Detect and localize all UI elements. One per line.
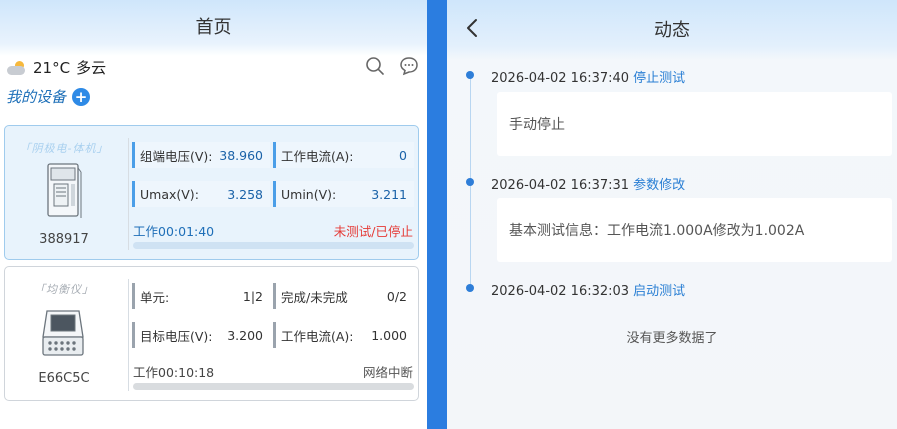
device-card[interactable]: 「阴极电-体机」 388917 组端电压(V): 38.960 工作电流(A): 0… <box>4 125 419 260</box>
metric-cell: 工作电流(A): 1.000 <box>273 322 414 348</box>
metric-cell: 目标电压(V): 3.200 <box>132 322 270 348</box>
metric-cell: 完成/未完成 0/2 <box>273 283 414 309</box>
partly-cloudy-icon <box>7 60 27 75</box>
event-detail: 基本测试信息：工作电流1.000A修改为1.002A <box>509 223 805 239</box>
weather-widget: 21°C 多云 <box>7 57 106 78</box>
metric-cell: Umin(V): 3.211 <box>273 181 414 207</box>
page-title: 动态 <box>654 20 690 41</box>
device-summary: 「阴极电-体机」 388917 <box>5 126 123 259</box>
work-time: 工作00:10:18 <box>133 365 215 380</box>
my-devices-label: 我的设备 <box>6 88 67 106</box>
status-badge: 网络中断 <box>362 365 413 380</box>
event-datetime: 2026-04-02 16:32:03 <box>491 284 630 299</box>
timeline-dot <box>466 178 474 186</box>
event-datetime: 2026-04-02 16:37:40 <box>491 71 630 86</box>
event-action: 参数修改 <box>633 178 686 193</box>
weather-temp: 21°C <box>33 58 71 77</box>
work-time: 工作00:01:40 <box>133 224 215 239</box>
page-title: 首页 <box>195 17 232 38</box>
my-devices-header: 我的设备 + <box>6 86 91 107</box>
device-type-tag: 「阴极电-体机」 <box>19 142 109 155</box>
plus-circle-icon[interactable]: + <box>72 87 91 106</box>
event-detail-card: 手动停止 <box>497 92 892 156</box>
metric-cell: Umax(V): 3.258 <box>132 181 270 207</box>
event-action: 启动测试 <box>633 284 686 299</box>
event-action: 停止测试 <box>633 71 686 86</box>
device-status-row: 工作00:01:40 未测试/已停止 <box>133 221 413 240</box>
device-card[interactable]: 「均衡仪」 E66C5C 单元: 1|2 完成/未完成 0/2 目标电压(V): 3.… <box>4 266 419 401</box>
timeline-dot <box>466 71 474 79</box>
event-detail-card: 基本测试信息：工作电流1.000A修改为1.002A <box>497 198 892 262</box>
balancer-device-icon <box>42 310 84 356</box>
event-datetime: 2026-04-02 16:37:31 <box>491 178 630 193</box>
search-icon[interactable] <box>365 56 385 76</box>
divider <box>128 279 129 391</box>
metric-cell: 单元: 1|2 <box>132 283 270 309</box>
home-panel: 首页 21°C 多云 我的设备 + 「阴极电-体机」 388917 组端电压(V… <box>0 0 427 429</box>
metric-cell: 工作电流(A): 0 <box>273 142 414 168</box>
metric-cell: 组端电压(V): 38.960 <box>132 142 270 168</box>
no-more-data-text: 没有更多数据了 <box>626 331 718 346</box>
timeline-entry-header: 2026-04-02 16:32:03 启动测试 <box>491 280 685 299</box>
device-type-tag: 「均衡仪」 <box>34 283 94 296</box>
timeline-entry-header: 2026-04-02 16:37:40 停止测试 <box>491 67 685 86</box>
status-badge: 未测试/已停止 <box>333 224 413 239</box>
panel-divider <box>427 0 447 429</box>
event-detail: 手动停止 <box>509 117 565 133</box>
chevron-left-icon[interactable] <box>465 17 479 39</box>
cabinet-device-icon <box>47 163 82 218</box>
progress-bar <box>133 242 414 249</box>
timeline-dot <box>466 284 474 292</box>
divider <box>128 138 129 250</box>
device-id: E66C5C <box>38 371 90 386</box>
device-summary: 「均衡仪」 E66C5C <box>5 267 123 400</box>
progress-bar <box>133 383 414 390</box>
weather-condition: 多云 <box>76 59 107 77</box>
timeline-entry-header: 2026-04-02 16:37:31 参数修改 <box>491 174 685 193</box>
activity-panel: 动态 2026-04-02 16:37:40 停止测试 手动停止 2026-04-… <box>447 0 897 429</box>
device-id: 388917 <box>39 232 89 247</box>
chat-bubble-icon[interactable] <box>399 56 419 76</box>
device-status-row: 工作00:10:18 网络中断 <box>133 362 413 381</box>
